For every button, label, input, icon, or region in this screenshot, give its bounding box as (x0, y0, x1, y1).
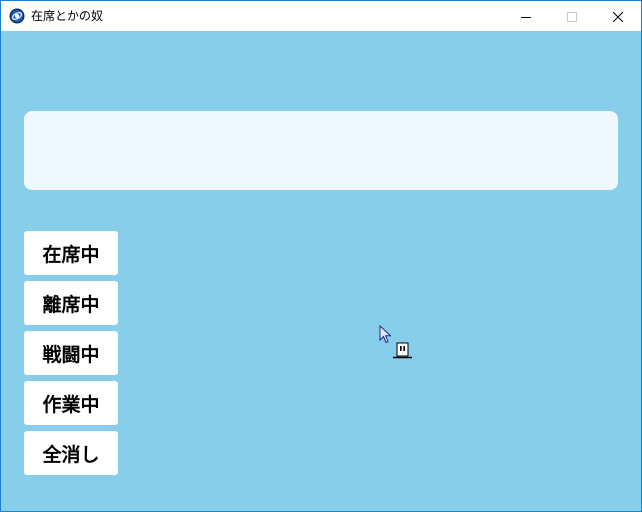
present-button[interactable]: 在席中 (24, 231, 118, 275)
status-display-panel (24, 111, 618, 190)
away-button[interactable]: 離席中 (24, 281, 118, 325)
title-bar[interactable]: 在席とかの奴 (1, 1, 641, 31)
working-button[interactable]: 作業中 (24, 381, 118, 425)
minimize-icon (521, 7, 531, 26)
plug-icon (393, 341, 412, 360)
maximize-icon (567, 7, 577, 26)
minimize-button[interactable] (503, 1, 549, 31)
close-button[interactable] (595, 1, 641, 31)
battle-button[interactable]: 戦闘中 (24, 331, 118, 375)
app-window: 在席とかの奴 在席中 離席中 戦闘中 作業中 全消し (0, 0, 642, 512)
window-title: 在席とかの奴 (31, 9, 104, 23)
mouse-pointer-icon (379, 324, 393, 345)
maximize-button[interactable] (549, 1, 595, 31)
app-globe-icon (9, 8, 25, 24)
close-icon (612, 7, 624, 26)
clear-all-button[interactable]: 全消し (24, 431, 118, 475)
